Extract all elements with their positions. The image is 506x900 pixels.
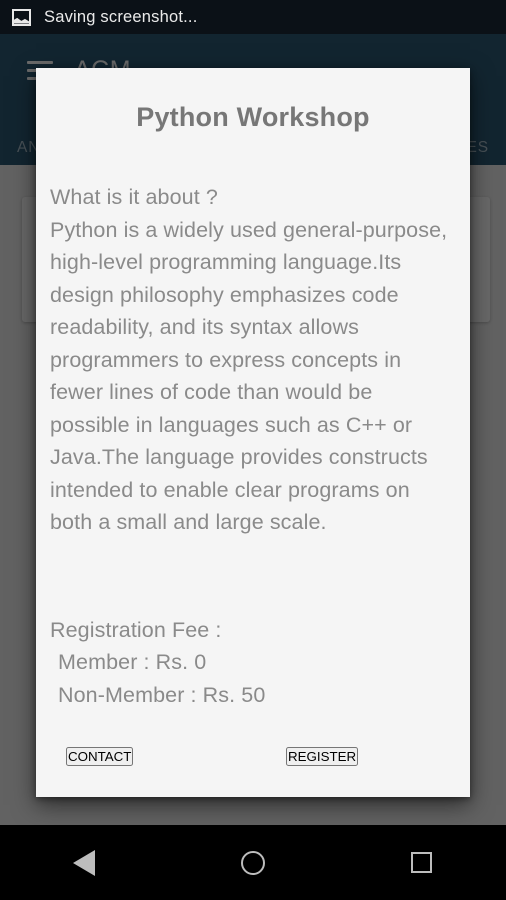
back-button[interactable] (44, 833, 124, 893)
about-heading: What is it about ? (50, 185, 218, 209)
home-button[interactable] (213, 833, 293, 893)
device-screen: Saving screenshot... ACM AN AGES Python … (0, 0, 506, 900)
recents-button[interactable] (382, 833, 462, 893)
fee-heading: Registration Fee : (50, 617, 222, 642)
status-bar: Saving screenshot... (0, 0, 506, 34)
register-button[interactable]: REGISTER (286, 747, 359, 766)
back-icon (73, 849, 96, 876)
fee-non-member: Non-Member : Rs. 50 (58, 682, 266, 707)
event-details-dialog: Python Workshop What is it about ? Pytho… (36, 68, 470, 797)
fee-member: Member : Rs. 0 (58, 650, 207, 674)
registration-fee-block: Registration Fee : Member : Rs. 0 Non-Me… (50, 614, 456, 712)
home-icon (240, 850, 265, 875)
dialog-title: Python Workshop (136, 102, 370, 132)
contact-button[interactable]: CONTACT (66, 747, 134, 766)
status-bar-message: Saving screenshot... (44, 7, 198, 26)
recents-icon (411, 852, 433, 873)
system-navigation-bar (0, 825, 506, 900)
about-description: Python is a widely used general-purpose,… (50, 217, 448, 535)
image-screenshot-icon (12, 8, 31, 26)
dialog-content: What is it about ? Python is a widely us… (36, 133, 470, 725)
